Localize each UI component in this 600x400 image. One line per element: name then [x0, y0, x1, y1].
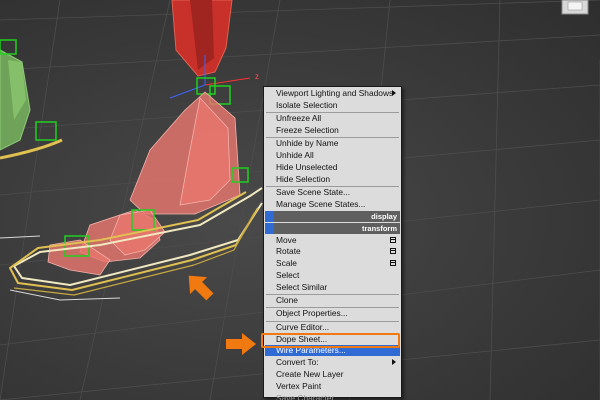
menu-item-label: Unhide All — [276, 150, 314, 160]
menu-item-label: Convert To: — [276, 357, 319, 368]
menu-item-label: Manage Scene States... — [276, 198, 366, 209]
menu-item-label: Freeze Selection — [276, 124, 339, 135]
menu-item-object-properties[interactable]: Object Properties... — [265, 308, 400, 319]
menu-item-freeze-selection[interactable]: Freeze Selection — [265, 125, 400, 136]
menu-item-label: Object Properties... — [276, 308, 348, 319]
quad-menu[interactable]: Viewport Lighting and Shadows Isolate Sel… — [263, 86, 402, 400]
gizmo-axis-label: z — [255, 72, 259, 81]
menu-item-isolate-selection[interactable]: Isolate Selection — [265, 100, 400, 111]
display-quadrant-header: display — [265, 211, 400, 222]
menu-item-select-similar[interactable]: Select Similar — [265, 282, 400, 293]
menu-item-unfreeze-all[interactable]: Unfreeze All — [265, 113, 400, 124]
settings-box-icon[interactable] — [390, 248, 396, 255]
menu-item-label: Move — [276, 234, 297, 245]
menu-item-label: Select — [276, 270, 300, 280]
menu-item-label: Isolate Selection — [276, 99, 338, 110]
orange-arrow-icon — [226, 333, 256, 355]
menu-item-convert-to[interactable]: Convert To: — [265, 357, 400, 368]
red-top-object[interactable] — [171, 0, 233, 77]
menu-item-label: Viewport Lighting and Shadows — [276, 88, 394, 98]
menu-item-rotate[interactable]: Rotate — [265, 246, 400, 257]
viewcube-icon[interactable] — [561, 0, 589, 15]
quadrant-indicator — [265, 211, 274, 222]
menu-item-hide-selection[interactable]: Hide Selection — [265, 174, 400, 185]
green-object[interactable] — [0, 49, 31, 151]
menu-item-hide-unselected[interactable]: Hide Unselected — [265, 162, 400, 173]
menu-item-unhide-all[interactable]: Unhide All — [265, 150, 400, 161]
menu-item-save-scene-state[interactable]: Save Scene State... — [265, 187, 400, 198]
menu-item-viewport-lighting-and-shadows[interactable]: Viewport Lighting and Shadows — [265, 88, 400, 99]
menu-item-unhide-by-name[interactable]: Unhide by Name — [265, 138, 400, 149]
transform-quadrant-header: transform — [265, 222, 400, 234]
menu-item-label: Vertex Paint — [276, 380, 322, 391]
menu-item-label: Scale — [276, 258, 297, 269]
settings-box-icon[interactable] — [390, 236, 396, 243]
menu-item-curve-editor[interactable]: Curve Editor... — [265, 322, 400, 333]
quadrant-label: transform — [361, 223, 397, 233]
grid-line — [0, 0, 600, 21]
menu-item-label: Unfreeze All — [276, 113, 322, 124]
menu-item-clone[interactable]: Clone — [265, 295, 400, 306]
menu-item-label: Save Scene State... — [276, 186, 351, 197]
menu-item-create-new-layer[interactable]: Create New Layer — [265, 369, 400, 380]
menu-item-label: Hide Unselected — [276, 161, 338, 172]
menu-item-select[interactable]: Select — [265, 270, 400, 281]
submenu-arrow-icon — [392, 359, 396, 366]
bone-gizmo-box — [35, 121, 57, 141]
menu-item-label: Hide Selection — [276, 173, 331, 184]
menu-item-label: Clone — [276, 295, 298, 306]
wire-parameters-highlight-outline — [261, 333, 400, 348]
grid-line — [489, 0, 501, 400]
menu-item-label: Unhide by Name — [276, 138, 339, 149]
menu-item-move[interactable]: Move — [265, 235, 400, 246]
menu-item-manage-scene-states[interactable]: Manage Scene States... — [265, 199, 400, 210]
menu-item-save-character: Save Character... — [265, 393, 400, 400]
viewport[interactable]: z Viewport Lighting and Shadows Isolate … — [0, 0, 600, 400]
menu-item-label: Create New Layer — [276, 368, 344, 379]
quadrant-indicator — [265, 222, 274, 234]
menu-item-label: Save Character... — [276, 392, 341, 400]
menu-item-label: Curve Editor... — [276, 321, 330, 332]
settings-box-icon[interactable] — [390, 260, 396, 267]
menu-item-vertex-paint[interactable]: Vertex Paint — [265, 381, 400, 392]
submenu-arrow-icon — [392, 90, 396, 96]
quadrant-label: display — [371, 212, 397, 221]
menu-item-scale[interactable]: Scale — [265, 258, 400, 269]
grid-line — [0, 34, 600, 71]
menu-item-label: Select Similar — [276, 281, 328, 292]
orange-arrow-icon — [188, 275, 214, 301]
menu-item-label: Rotate — [276, 246, 301, 257]
